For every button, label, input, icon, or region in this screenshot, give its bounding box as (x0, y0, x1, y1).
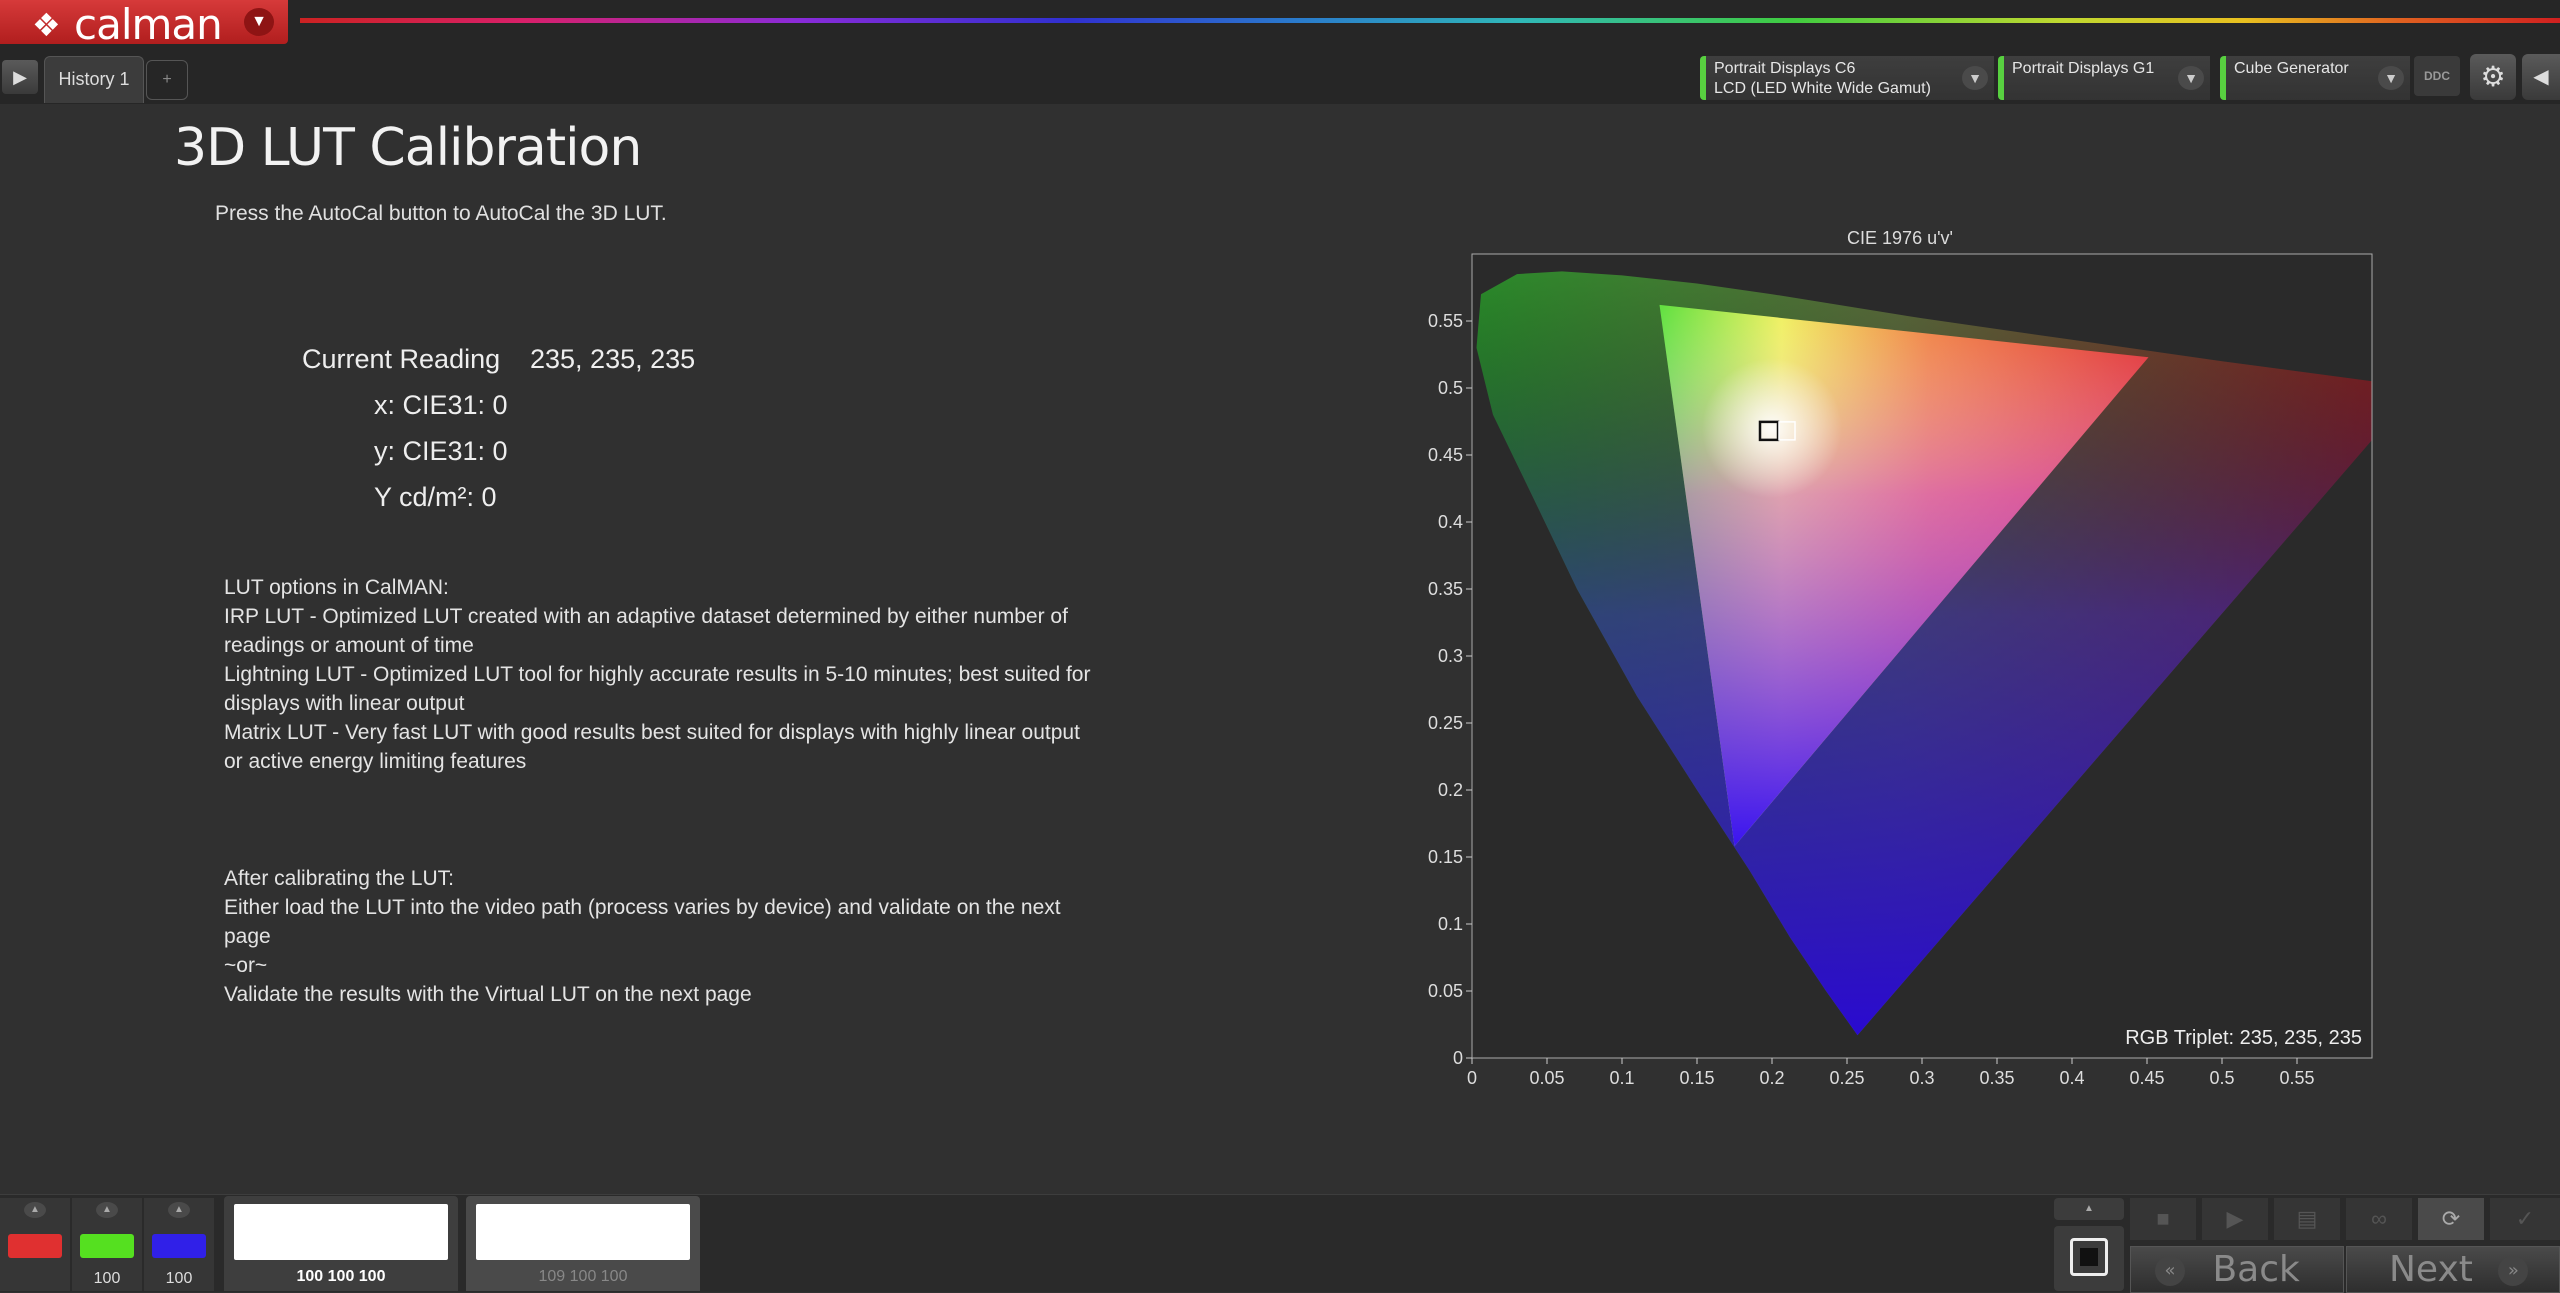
patch-caption: 109 100 100 (538, 1268, 628, 1285)
red-swatch-control[interactable]: ▲ (0, 1198, 71, 1291)
patch-color (476, 1204, 690, 1260)
green-swatch (80, 1234, 134, 1258)
y-tick-label: 0.3 (1438, 646, 1463, 666)
x-tick-label: 0.05 (1529, 1068, 1564, 1088)
x-tick-label: 0 (1467, 1068, 1477, 1088)
after-virtual-lut: Validate the results with the Virtual LU… (224, 983, 752, 1006)
chevron-up-icon[interactable]: ▲ (2054, 1198, 2124, 1220)
reading-luminance: Y cd/m²: 0 (374, 482, 497, 512)
double-chevron-right-icon: » (2498, 1256, 2529, 1286)
x-tick-label: 0.35 (1979, 1068, 2014, 1088)
ddc-button[interactable]: DDC (2414, 56, 2460, 96)
x-tick-label: 0.15 (1679, 1068, 1714, 1088)
back-button[interactable]: « Back (2130, 1246, 2344, 1293)
next-label: Next (2389, 1249, 2473, 1290)
x-tick-label: 0.1 (1609, 1068, 1634, 1088)
patch-caption: 100 100 100 (296, 1268, 386, 1285)
patch-color (234, 1204, 448, 1260)
x-tick-label: 0.45 (2129, 1068, 2164, 1088)
patch-next[interactable]: 109 100 100 (466, 1196, 700, 1291)
white-point-glow (1702, 358, 1842, 499)
cie-chart: 0 0.05 0.1 0.15 0.2 0.25 0.3 0.35 0.4 0.45 0.5 0.55… (1428, 253, 2373, 1088)
app-name: calman (74, 0, 223, 49)
chevron-down-icon[interactable]: ▼ (1962, 66, 1988, 90)
green-swatch-control[interactable]: ▲ 100 (72, 1198, 143, 1291)
calman-logo-icon: ❖ (32, 7, 61, 43)
tab-history-1[interactable]: History 1 (44, 56, 144, 103)
patch-current[interactable]: 100 100 100 (224, 1196, 458, 1291)
app-logo[interactable]: ❖ calman ▼ (0, 0, 288, 49)
device-generator-selector[interactable]: Cube Generator ▼ (2220, 56, 2410, 100)
x-tick-label: 0.55 (2279, 1068, 2314, 1088)
lut-option-matrix: Matrix LUT - Very fast LUT with good res… (224, 721, 1080, 773)
y-tick-label: 0.55 (1428, 311, 1463, 331)
chevron-down-icon[interactable]: ▼ (2178, 66, 2204, 90)
next-button[interactable]: Next » (2346, 1246, 2560, 1293)
device-display-selector[interactable]: Portrait Displays G1 ▼ (1998, 56, 2210, 100)
page-title: 3D LUT Calibration (174, 118, 642, 178)
reading-y-cie31: y: CIE31: 0 (374, 436, 508, 466)
x-tick-label: 0.25 (1829, 1068, 1864, 1088)
refresh-icon[interactable]: ⟳ (2418, 1198, 2484, 1240)
check-icon[interactable]: ✓ (2490, 1198, 2560, 1240)
device-meter-selector[interactable]: Portrait Displays C6 LCD (LED White Wide… (1700, 56, 1994, 100)
device-display-name: Portrait Displays G1 (2012, 60, 2155, 77)
collapse-panel-button[interactable]: ◀ (2522, 54, 2560, 100)
x-tick-label: 0.5 (2209, 1068, 2234, 1088)
lut-options-heading: LUT options in CalMAN: (224, 576, 449, 599)
y-tick-label: 0.5 (1438, 378, 1463, 398)
back-label: Back (2212, 1249, 2300, 1290)
rainbow-strip (300, 18, 2560, 23)
lut-options-info: LUT options in CalMAN: IRP LUT - Optimiz… (224, 573, 1104, 776)
y-tick-label: 0.25 (1428, 713, 1463, 733)
red-swatch (8, 1234, 62, 1258)
chevron-up-icon[interactable]: ▲ (168, 1202, 190, 1218)
y-tick-label: 0 (1453, 1048, 1463, 1068)
blue-value: 100 (165, 1270, 193, 1287)
after-or: ~or~ (224, 954, 268, 977)
green-value: 100 (93, 1270, 121, 1287)
top-bar: ❖ calman ▼ (0, 0, 2560, 49)
stop-button[interactable] (2054, 1226, 2124, 1291)
device-meter-name: Portrait Displays C6 (1714, 60, 1856, 77)
expand-panel-button[interactable]: ▶ (2, 60, 38, 94)
chevron-down-icon[interactable]: ▼ (2378, 66, 2404, 90)
reading-x-cie31: x: CIE31: 0 (374, 390, 508, 420)
loop-icon[interactable]: ∞ (2346, 1198, 2412, 1240)
y-tick-label: 0.2 (1438, 780, 1463, 800)
x-tick-label: 0.2 (1759, 1068, 1784, 1088)
blue-swatch-control[interactable]: ▲ 100 (144, 1198, 215, 1291)
current-reading-label: Current Reading (302, 344, 501, 374)
y-tick-label: 0.35 (1428, 579, 1463, 599)
x-tick-label: 0.4 (2059, 1068, 2084, 1088)
y-tick-label: 0.4 (1438, 512, 1463, 532)
settings-gear-icon[interactable]: ⚙ (2470, 54, 2516, 100)
chevron-up-icon[interactable]: ▲ (96, 1202, 118, 1218)
after-calibration-info: After calibrating the LUT: Either load t… (224, 864, 1104, 1009)
blue-swatch (152, 1234, 206, 1258)
chevron-up-icon[interactable]: ▲ (24, 1202, 46, 1218)
save-icon[interactable]: ▤ (2274, 1198, 2340, 1240)
y-tick-label: 0.15 (1428, 847, 1463, 867)
y-tick-label: 0.05 (1428, 981, 1463, 1001)
y-tick-label: 0.1 (1438, 914, 1463, 934)
stop-icon (2070, 1238, 2108, 1276)
device-generator-name: Cube Generator (2234, 60, 2349, 77)
double-chevron-left-icon: « (2155, 1256, 2185, 1286)
rgb-triplet-annotation: RGB Triplet: 235, 235, 235 (2125, 1027, 2362, 1049)
current-reading-value: 235, 235, 235 (530, 344, 696, 374)
stop-small-icon[interactable]: ■ (2130, 1198, 2196, 1240)
page-subtitle: Press the AutoCal button to AutoCal the … (215, 202, 667, 225)
after-load-lut: Either load the LUT into the video path … (224, 896, 1061, 948)
app-menu-dropdown-icon[interactable]: ▼ (244, 8, 274, 36)
after-heading: After calibrating the LUT: (224, 867, 454, 890)
lut-option-lightning: Lightning LUT - Optimized LUT tool for h… (224, 663, 1091, 715)
y-tick-label: 0.45 (1428, 445, 1463, 465)
lut-option-irp: IRP LUT - Optimized LUT created with an … (224, 605, 1068, 657)
x-tick-label: 0.3 (1909, 1068, 1934, 1088)
play-icon[interactable]: ▶ (2202, 1198, 2268, 1240)
tab-row: ▶ History 1 + Portrait Displays C6 LCD (… (0, 46, 2560, 104)
device-meter-mode: LCD (LED White Wide Gamut) (1714, 80, 1931, 97)
add-tab-button[interactable]: + (146, 60, 188, 100)
